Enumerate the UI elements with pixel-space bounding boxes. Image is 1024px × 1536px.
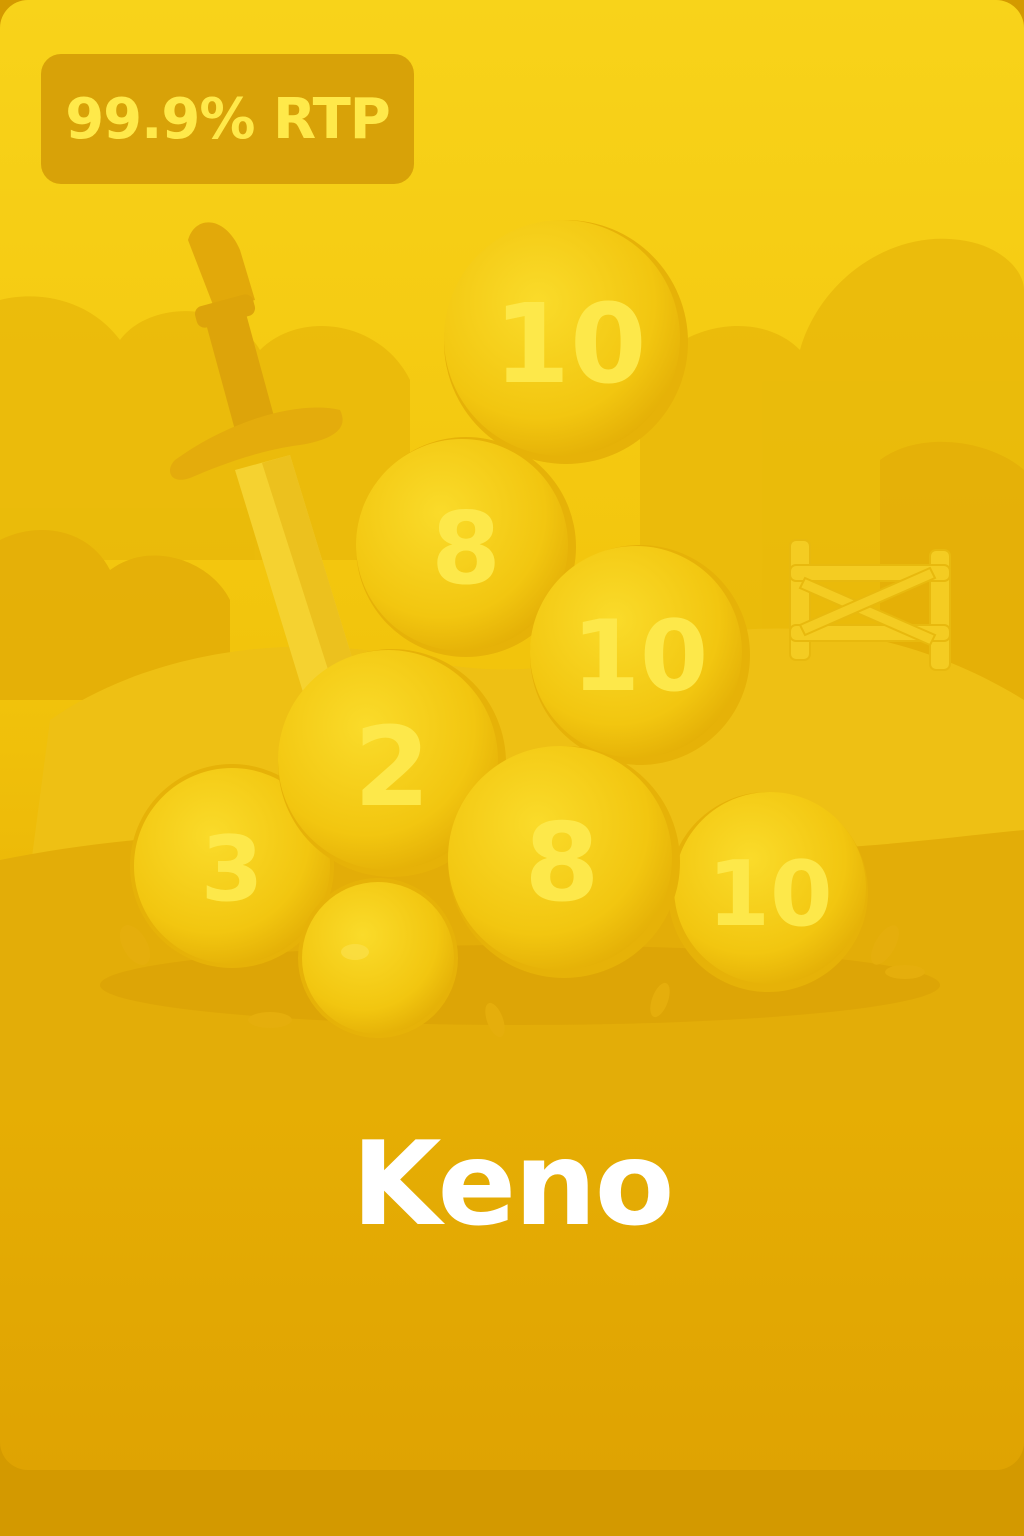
rtp-badge-label: 99.9% RTP bbox=[65, 86, 391, 152]
rtp-badge: 99.9% RTP bbox=[41, 54, 414, 184]
card-bottom-strip bbox=[0, 1470, 1024, 1536]
ball-number: 3 bbox=[201, 817, 264, 922]
ball-number: 10 bbox=[707, 842, 832, 947]
ball-number: 10 bbox=[493, 280, 646, 408]
keno-game-card[interactable]: 3 8 10 10 2 10 8 99.9% RTP Keno bbox=[0, 0, 1024, 1470]
keno-ball bbox=[298, 878, 458, 1038]
ball-number: 8 bbox=[524, 801, 599, 926]
keno-ball: 10 bbox=[668, 792, 868, 992]
keno-ball: 10 bbox=[444, 220, 688, 464]
ball-number: 10 bbox=[572, 600, 708, 714]
ball-number: 8 bbox=[431, 490, 501, 607]
keno-ball: 10 bbox=[530, 545, 750, 765]
keno-ball: 8 bbox=[448, 746, 680, 978]
game-title: Keno bbox=[351, 1117, 675, 1252]
ball-number: 2 bbox=[354, 703, 431, 831]
